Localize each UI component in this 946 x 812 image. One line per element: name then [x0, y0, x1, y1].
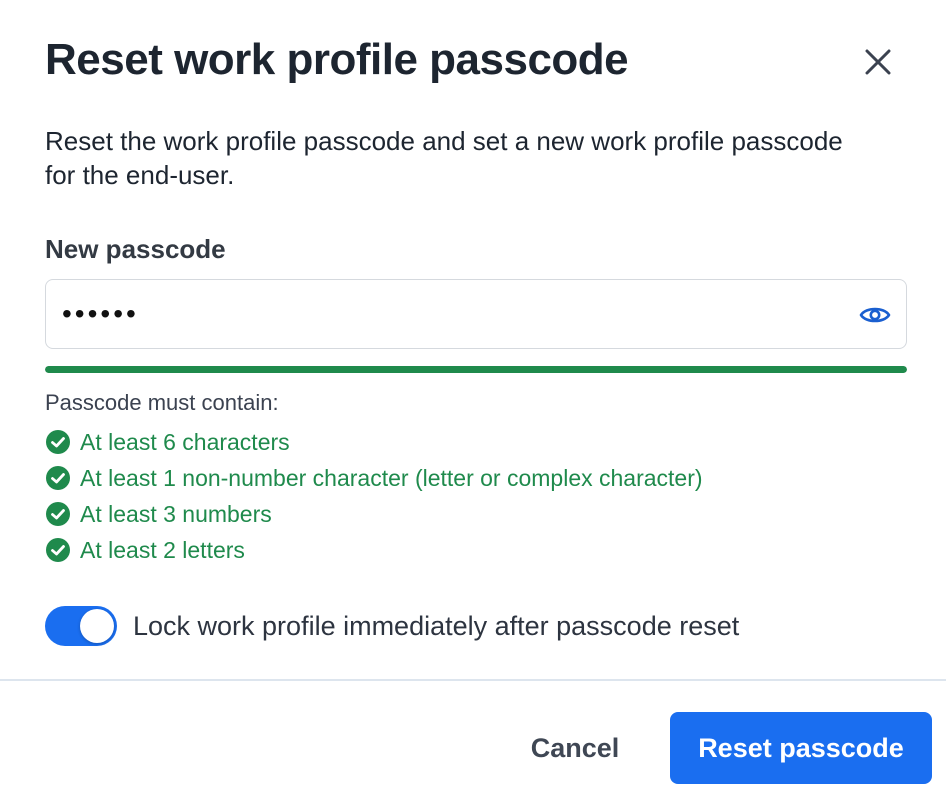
requirements-heading: Passcode must contain:	[45, 390, 279, 415]
requirement-item: At least 3 numbers	[45, 496, 703, 532]
dialog-title: Reset work profile passcode	[45, 35, 629, 84]
check-circle-icon	[46, 538, 70, 562]
eye-icon	[859, 307, 891, 323]
requirement-label: At least 1 non-number character (letter …	[80, 464, 703, 491]
requirement-item: At least 1 non-number character (letter …	[45, 460, 703, 496]
requirement-item: At least 6 characters	[45, 424, 703, 460]
lock-toggle-label: Lock work profile immediately after pass…	[133, 610, 740, 641]
footer-divider	[0, 679, 946, 681]
cancel-button[interactable]: Cancel	[510, 712, 640, 784]
passcode-strength-fill	[45, 366, 907, 373]
reset-passcode-button[interactable]: Reset passcode	[670, 712, 932, 784]
new-passcode-input[interactable]	[62, 280, 842, 348]
new-passcode-field	[45, 279, 907, 349]
show-passcode-button[interactable]	[858, 298, 892, 332]
dialog-header: Reset work profile passcode	[45, 32, 906, 92]
check-circle-icon	[46, 466, 70, 490]
new-passcode-label: New passcode	[45, 234, 226, 264]
close-button[interactable]	[858, 42, 898, 82]
requirement-label: At least 6 characters	[80, 428, 290, 455]
lock-work-profile-toggle[interactable]	[45, 606, 117, 646]
check-circle-icon	[46, 430, 70, 454]
dialog-description: Reset the work profile passcode and set …	[45, 126, 843, 190]
check-circle-icon	[46, 502, 70, 526]
requirement-label: At least 2 letters	[80, 536, 245, 563]
passcode-strength-meter	[45, 366, 907, 373]
reset-passcode-dialog: Reset work profile passcode Reset the wo…	[0, 0, 946, 812]
lock-toggle-row: Lock work profile immediately after pass…	[45, 606, 739, 646]
requirements-list: At least 6 characters At least 1 non-num…	[45, 424, 703, 568]
requirement-item: At least 2 letters	[45, 532, 703, 568]
toggle-knob	[80, 609, 114, 643]
close-icon	[865, 49, 891, 75]
requirement-label: At least 3 numbers	[80, 500, 272, 527]
